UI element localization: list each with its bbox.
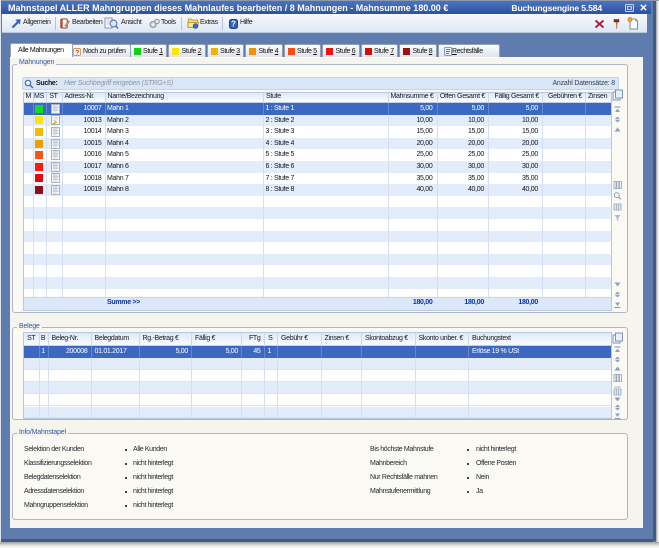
svg-text:?: ?	[75, 49, 79, 56]
svg-text:?: ?	[231, 19, 236, 28]
